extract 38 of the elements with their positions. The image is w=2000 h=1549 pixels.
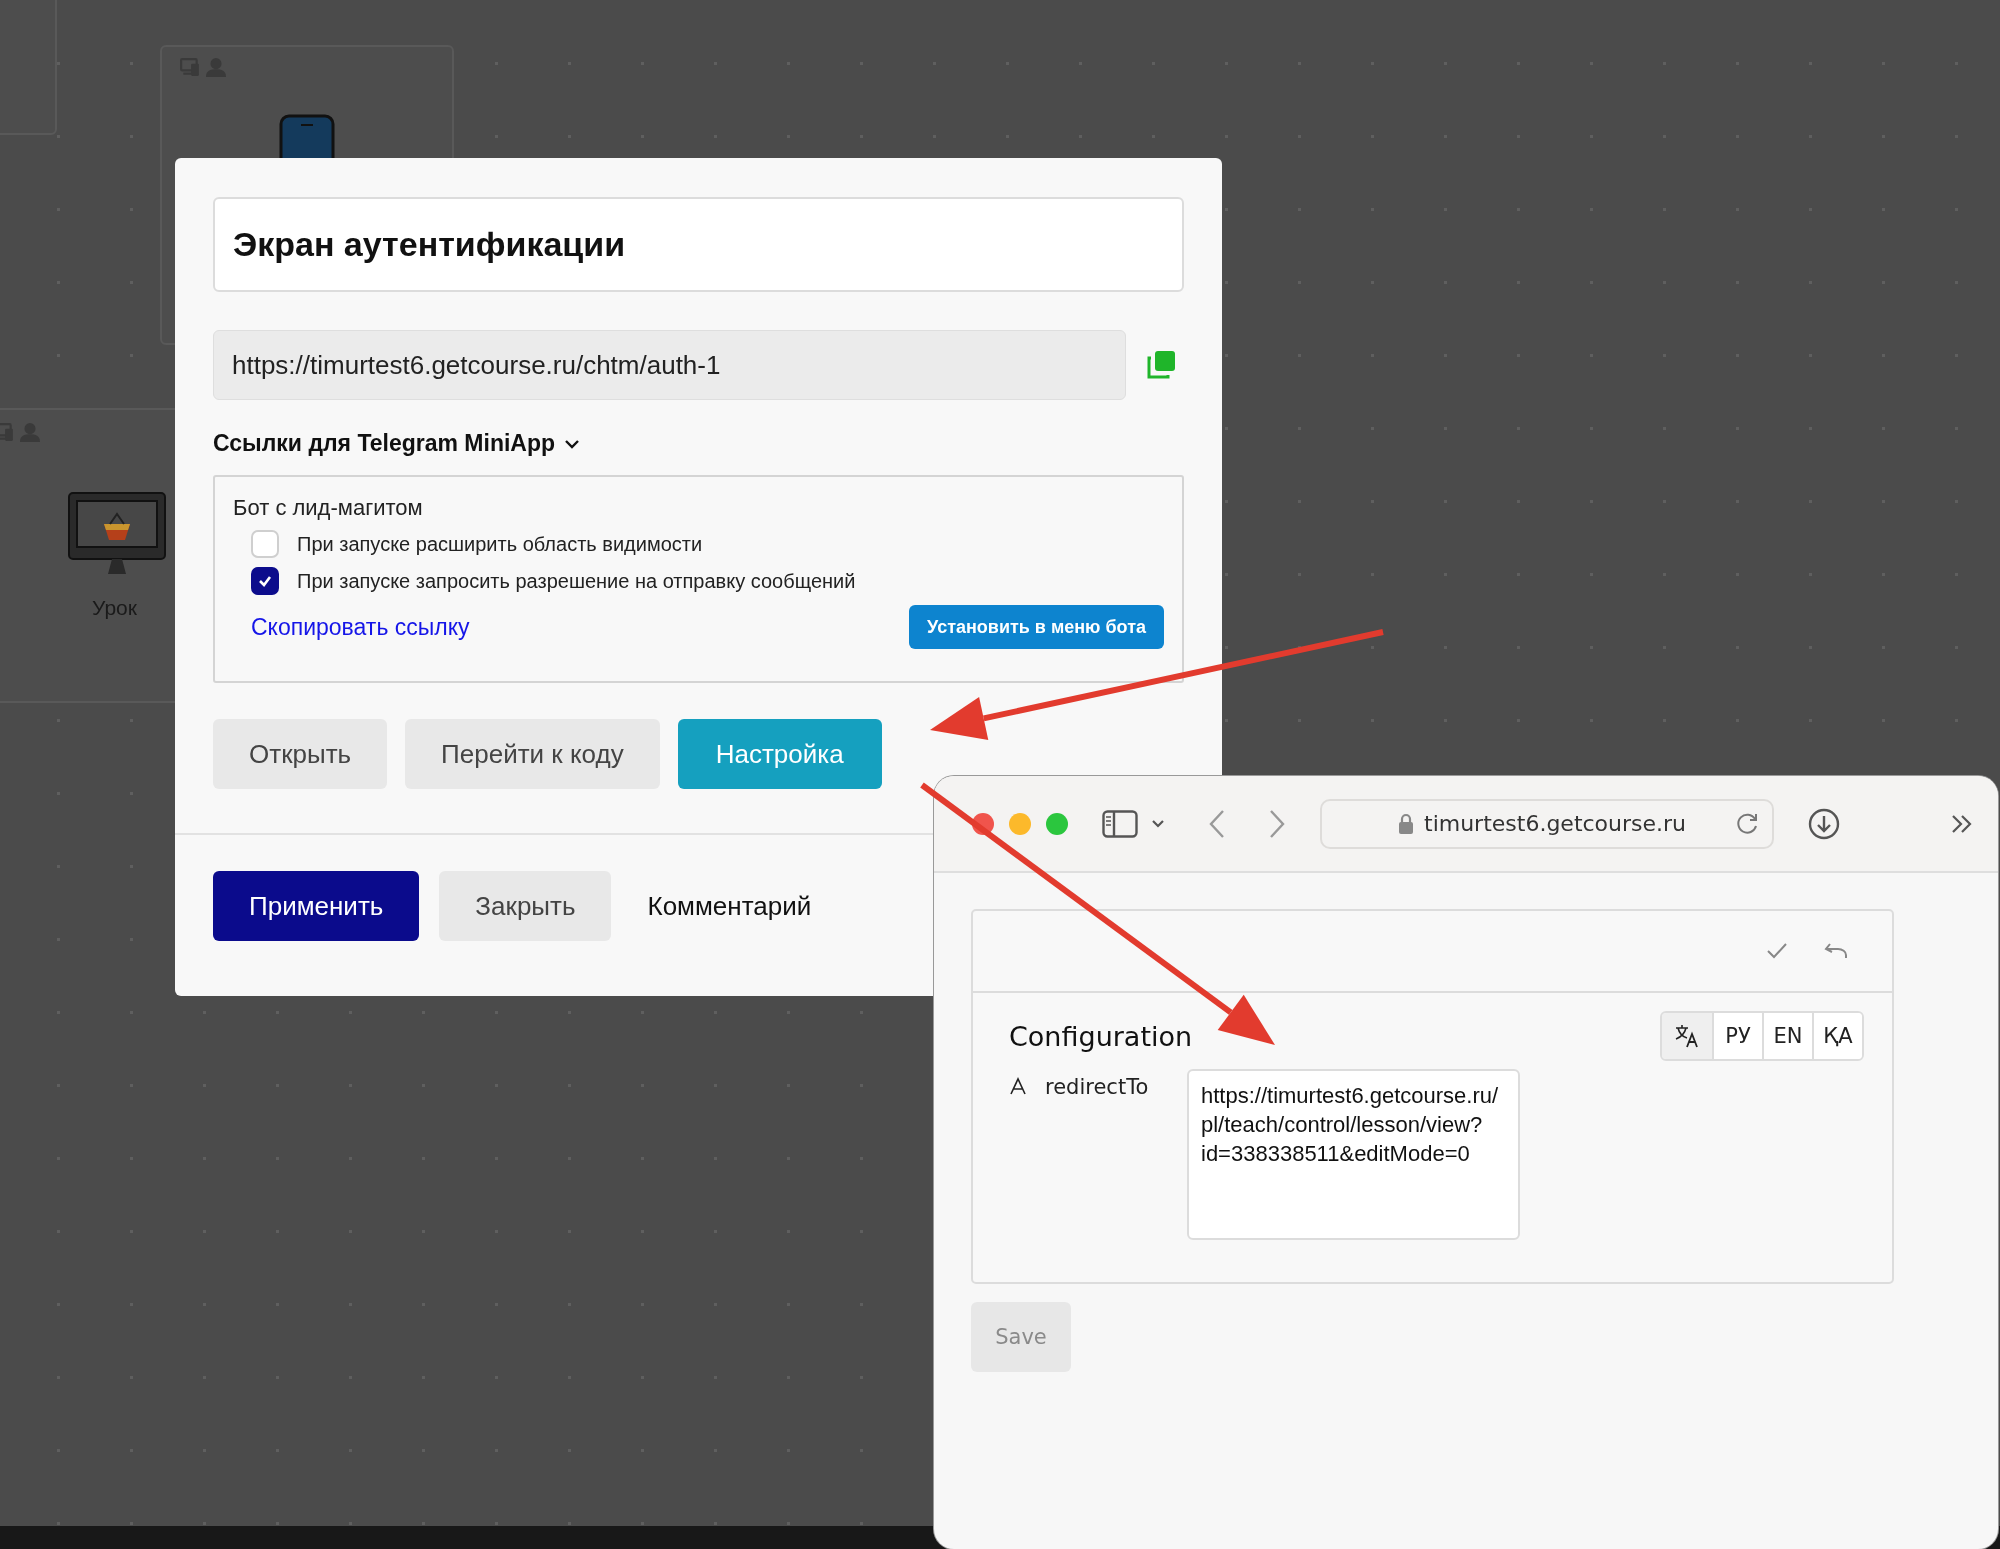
language-button[interactable]: ҚА (1812, 1013, 1862, 1059)
check-icon[interactable] (1766, 942, 1788, 960)
field-label: redirectTo (1045, 1075, 1150, 1099)
action-button[interactable]: Открыть (213, 719, 388, 789)
address-text: timurtest6.getcourse.ru (1424, 811, 1688, 836)
bot-name: Бот с лид-магитом (233, 495, 424, 521)
lock-icon (1398, 812, 1414, 835)
address-bar[interactable]: timurtest6.getcourse.ru (1320, 798, 1774, 849)
footer-button[interactable]: Закрыть (439, 871, 612, 941)
checkbox[interactable] (251, 567, 279, 595)
text-type-icon (1009, 1077, 1027, 1095)
title-field[interactable]: Экран аутентификации (213, 197, 1184, 292)
undo-icon[interactable] (1824, 942, 1848, 960)
url-field[interactable]: https://timurtest6.getcourse.ru/chtm/auth-1 (213, 330, 1126, 400)
translate-icon (1674, 1024, 1700, 1048)
sidebar-icon[interactable] (1102, 809, 1138, 838)
monitor-icon (68, 492, 166, 574)
download-icon[interactable] (1808, 807, 1840, 840)
zoom-button[interactable] (1046, 812, 1068, 835)
checkbox-label: При запуске запросить разрешение на отправку сообщений (297, 569, 856, 593)
language-button[interactable]: РУ (1712, 1013, 1762, 1059)
text-area[interactable]: https://timurtest6.getcourse.ru/pl/teach/control/lesson/view?id=338338511&editMode=0 (1187, 1069, 1520, 1240)
chevron-icon[interactable] (1150, 817, 1166, 830)
forward-icon[interactable] (1268, 808, 1286, 839)
copy-link[interactable]: Скопировать ссылку (251, 613, 470, 641)
more-icon[interactable] (1950, 812, 1974, 835)
checkbox-label: При запуске расширить область видимости (297, 532, 703, 556)
back-icon[interactable] (1208, 808, 1226, 839)
action-button[interactable]: Перейти к коду (405, 719, 660, 789)
comment-button[interactable]: Комментарий (631, 871, 828, 941)
translate-button[interactable] (1662, 1013, 1712, 1059)
config-title: Configuration (1009, 1020, 1193, 1052)
copy-icon[interactable] (1146, 350, 1176, 380)
section-toggle[interactable]: Ссылки для Telegram MiniApp (213, 430, 582, 457)
language-button[interactable]: EN (1762, 1013, 1812, 1059)
install-button[interactable]: Установить в меню бота (909, 605, 1164, 649)
footer-button[interactable]: Применить (213, 871, 420, 941)
phone-icon (279, 114, 335, 158)
